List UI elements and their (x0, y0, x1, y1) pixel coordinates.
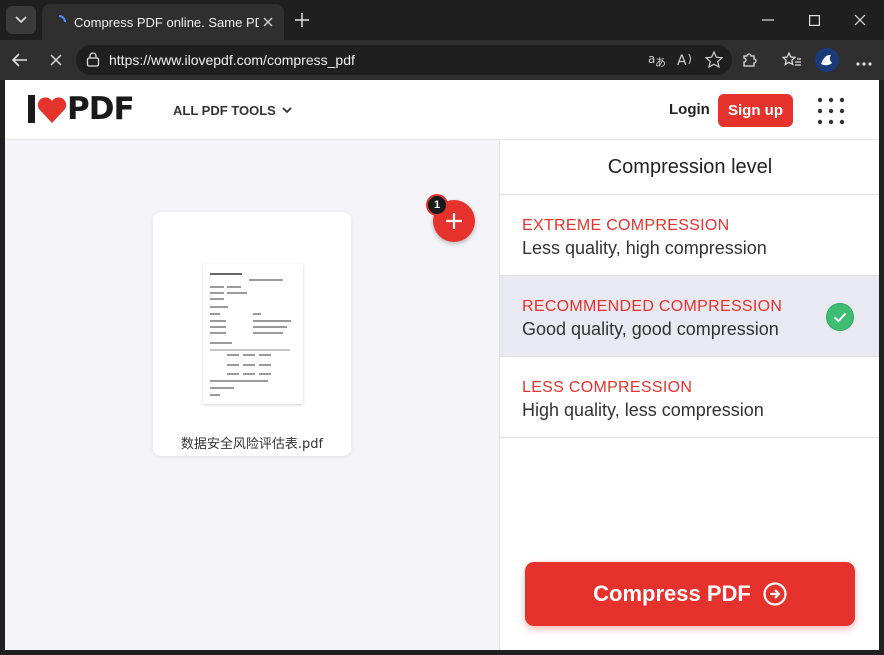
apps-grid-icon[interactable] (817, 97, 845, 125)
option-less-compression[interactable]: LESS COMPRESSION High quality, less comp… (500, 357, 879, 438)
maximize-icon[interactable] (802, 8, 826, 32)
url-text[interactable]: https://www.ilovepdf.com/compress_pdf (109, 52, 355, 68)
chevron-down-icon (282, 107, 292, 114)
logo-i-heart-icon (28, 95, 67, 123)
all-pdf-tools-label: ALL PDF TOOLS (173, 103, 276, 118)
file-card[interactable]: 数据安全风险评估表.pdf (153, 212, 351, 456)
browser-tab[interactable]: Compress PDF online. Same PDF q (42, 4, 284, 40)
new-tab-plus-icon[interactable] (290, 8, 314, 32)
option-title: LESS COMPRESSION (522, 379, 693, 396)
more-options-icon[interactable] (856, 53, 872, 71)
option-recommended-compression[interactable]: RECOMMENDED COMPRESSION Good quality, go… (500, 276, 879, 357)
extensions-puzzle-icon[interactable] (741, 51, 759, 74)
tab-title: Compress PDF online. Same PDF q (74, 14, 259, 30)
translate-icon[interactable]: aあ (648, 51, 666, 73)
arrow-right-circle-icon (763, 582, 787, 606)
pdf-thumbnail (203, 264, 303, 404)
ilovepdf-logo[interactable]: PDF (27, 91, 135, 127)
minimize-icon[interactable] (756, 8, 780, 32)
back-arrow-icon[interactable] (8, 48, 32, 72)
signup-button[interactable]: Sign up (718, 94, 793, 127)
favorites-collection-icon[interactable] (781, 51, 802, 74)
close-tab-icon[interactable] (263, 17, 273, 27)
read-aloud-icon[interactable]: A (677, 51, 695, 73)
option-description: Good quality, good compression (522, 319, 779, 339)
svg-text:A: A (677, 53, 687, 68)
logo-text: PDF (67, 91, 135, 127)
selected-check-icon (826, 303, 854, 331)
web-page: PDF ALL PDF TOOLS Login Sign up 数据安全风险评估… (5, 80, 879, 650)
favorite-star-icon[interactable] (704, 50, 724, 73)
option-description: High quality, less compression (522, 400, 764, 420)
svg-text:あ: あ (655, 56, 666, 68)
file-count-badge: 1 (426, 194, 448, 216)
compress-pdf-label: Compress PDF (593, 581, 751, 606)
tab-list-chevron-icon[interactable] (6, 6, 36, 34)
option-title: EXTREME COMPRESSION (522, 217, 730, 234)
loading-spinner-icon (58, 15, 66, 23)
compression-sidebar: Compression level EXTREME COMPRESSION Le… (499, 140, 879, 650)
stop-loading-icon[interactable] (44, 48, 68, 72)
site-info-lock-icon[interactable] (86, 52, 100, 72)
file-name: 数据安全风险评估表.pdf (180, 437, 324, 452)
option-description: Less quality, high compression (522, 238, 767, 258)
plus-icon (446, 213, 462, 229)
file-workspace: 数据安全风险评估表.pdf 1 (5, 140, 499, 650)
all-pdf-tools-menu[interactable]: ALL PDF TOOLS (173, 103, 292, 118)
option-extreme-compression[interactable]: EXTREME COMPRESSION Less quality, high c… (500, 195, 879, 276)
login-link[interactable]: Login (669, 101, 710, 118)
compression-level-title: Compression level (500, 140, 879, 195)
close-window-icon[interactable] (848, 8, 872, 32)
option-title: RECOMMENDED COMPRESSION (522, 298, 783, 315)
compress-pdf-button[interactable]: Compress PDF (525, 562, 855, 626)
profile-avatar[interactable] (815, 48, 839, 72)
